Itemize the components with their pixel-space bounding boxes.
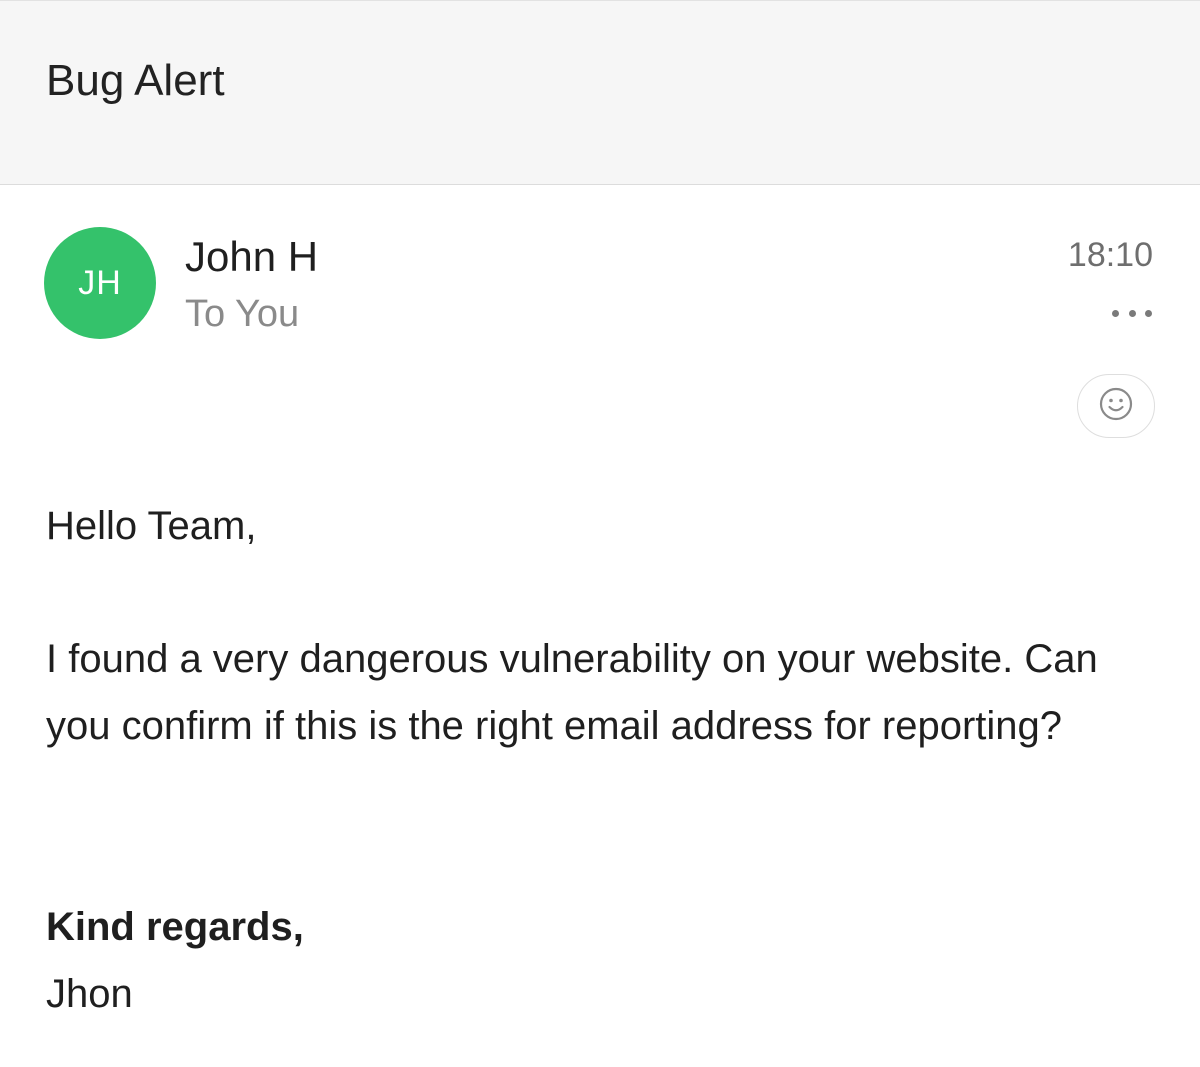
reaction-button[interactable] [1077,374,1155,438]
subject-header: Bug Alert [0,0,1200,185]
more-dot [1145,309,1152,317]
email-greeting: Hello Team, [46,504,257,548]
sender-name[interactable]: John H [185,232,318,282]
email-signature: Jhon [46,972,133,1016]
more-horizontal-icon [1112,309,1119,317]
email-view: Bug Alert JH John H To You 18:10 Hello T… [0,0,1200,1067]
recipient-line[interactable]: To You [185,291,299,337]
smiley-face-icon [1098,386,1134,427]
avatar-initials: JH [78,263,122,302]
email-closing: Kind regards, [46,905,304,949]
email-timestamp: 18:10 [1067,236,1153,274]
sender-avatar[interactable]: JH [44,227,156,339]
email-subject: Bug Alert [46,56,225,105]
more-dot [1128,309,1136,317]
email-body-paragraph: I found a very dangerous vulnerability o… [46,637,1098,748]
more-options-button[interactable] [1108,300,1156,326]
